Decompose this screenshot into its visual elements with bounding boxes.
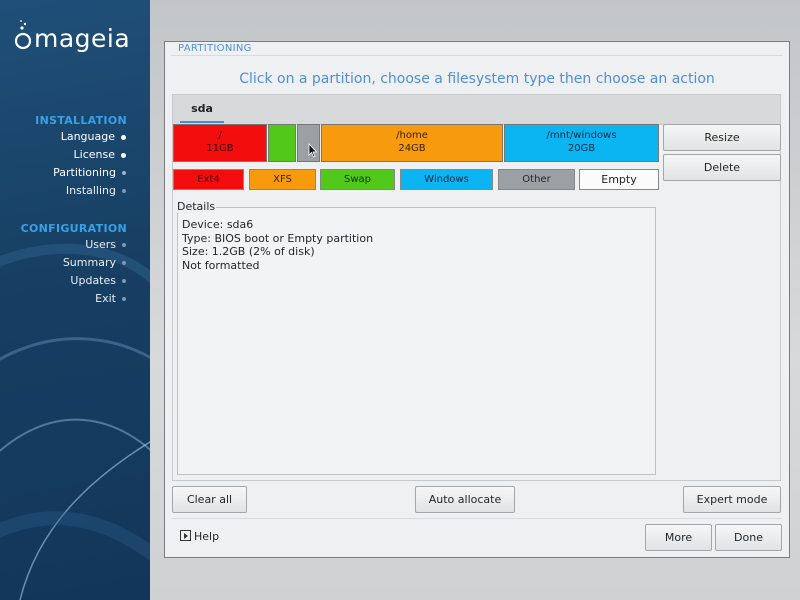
help-label: Help — [194, 530, 220, 543]
mouse-cursor-icon — [308, 143, 318, 158]
step-language: Language — [61, 130, 126, 146]
tab-label: sda — [191, 102, 213, 115]
step-partitioning: Partitioning — [53, 166, 126, 182]
mageia-logo: mageia — [12, 18, 142, 58]
step-done-dot — [121, 152, 126, 158]
partition-root[interactable]: / 11GB — [173, 124, 267, 162]
done-button[interactable]: Done — [715, 524, 782, 551]
installation-section-title: INSTALLATION — [35, 114, 127, 127]
footer-divider — [172, 518, 782, 519]
mageia-logo-icon — [14, 20, 32, 50]
sidebar-decoration — [0, 243, 150, 600]
step-label: Summary — [62, 256, 116, 269]
partition-home[interactable]: /home 24GB — [321, 124, 503, 162]
partition-mount: /home — [396, 130, 428, 141]
delete-button[interactable]: Delete — [663, 154, 781, 181]
partition-size: 11GB — [206, 143, 234, 154]
step-users: Users — [85, 238, 126, 254]
step-done-dot — [121, 134, 126, 140]
expert-mode-button[interactable]: Expert mode — [683, 486, 781, 513]
details-text: Device: sda6 Type: BIOS boot or Empty pa… — [182, 218, 373, 272]
step-pending-dot — [122, 279, 126, 283]
details-device: Device: sda6 — [182, 218, 254, 231]
disk-tab-bar: sda — [172, 94, 781, 125]
title-divider — [171, 55, 783, 56]
fs-type-empty[interactable]: Empty — [579, 169, 659, 190]
partition-windows[interactable]: /mnt/windows 20GB — [504, 124, 659, 162]
logo-text: mageia — [34, 24, 131, 53]
fs-type-swap[interactable]: Swap — [320, 169, 395, 190]
more-button[interactable]: More — [645, 524, 712, 551]
partitioning-window: PARTITIONING Click on a partition, choos… — [164, 41, 790, 558]
partition-swap[interactable] — [268, 124, 296, 162]
partition-mount: /mnt/windows — [546, 130, 617, 141]
partition-size: 20GB — [567, 143, 596, 154]
step-current-dot — [122, 171, 126, 175]
help-button[interactable]: Help — [180, 530, 219, 543]
auto-allocate-button[interactable]: Auto allocate — [415, 486, 515, 513]
step-pending-dot — [122, 189, 126, 193]
step-exit: Exit — [95, 292, 126, 308]
resize-button[interactable]: Resize — [663, 124, 781, 151]
step-pending-dot — [122, 243, 126, 247]
step-label: Partitioning — [53, 166, 116, 179]
details-formatted: Not formatted — [182, 258, 260, 272]
configuration-section-title: CONFIGURATION — [20, 222, 127, 235]
partition-size: 24GB — [398, 143, 426, 154]
step-summary: Summary — [63, 256, 126, 272]
fs-type-xfs[interactable]: XFS — [249, 169, 316, 190]
window-title: PARTITIONING — [178, 43, 252, 54]
step-installing: Installing — [66, 184, 126, 200]
partition-mount: / — [218, 130, 222, 141]
step-license: License — [74, 148, 126, 164]
tab-sda[interactable]: sda — [180, 95, 224, 126]
details-size: Size: 1.2GB (2% of disk) — [182, 245, 315, 258]
details-type: Type: BIOS boot or Empty partition — [182, 231, 374, 245]
step-label: Exit — [95, 292, 116, 305]
instruction-text: Click on a partition, choose a filesyste… — [239, 71, 715, 87]
step-updates: Updates — [70, 274, 126, 290]
step-label: License — [73, 148, 115, 161]
fs-type-windows[interactable]: Windows — [400, 169, 493, 190]
step-label: Users — [85, 238, 116, 251]
tab-active-indicator — [180, 121, 224, 123]
fs-type-ext4[interactable]: Ext4 — [173, 169, 244, 190]
step-pending-dot — [122, 297, 126, 301]
step-label: Language — [60, 130, 115, 143]
fs-type-other[interactable]: Other — [498, 169, 575, 190]
details-label: Details — [176, 200, 217, 213]
clear-all-button[interactable]: Clear all — [172, 486, 247, 513]
sidebar: mageia INSTALLATION Language License Par… — [0, 0, 150, 600]
step-label: Installing — [65, 184, 116, 197]
help-arrow-icon — [180, 530, 191, 541]
step-label: Updates — [70, 274, 116, 287]
step-pending-dot — [122, 261, 126, 265]
